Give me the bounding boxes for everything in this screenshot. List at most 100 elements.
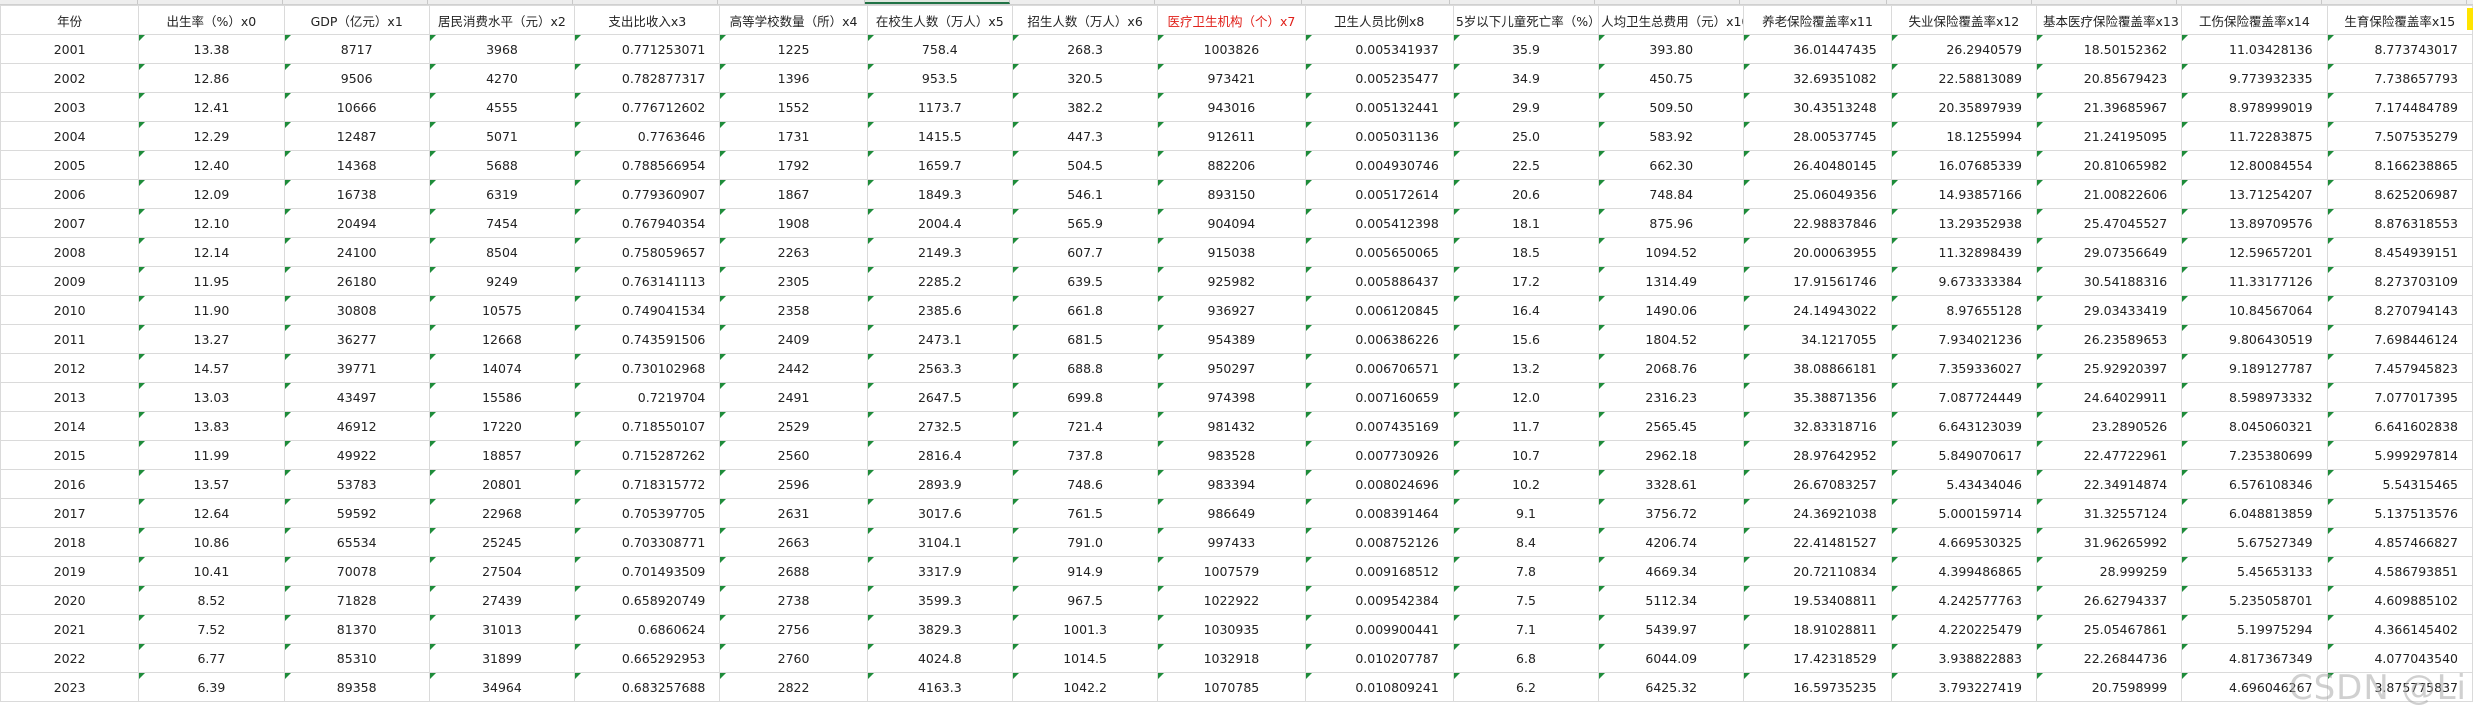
- column-letter-2[interactable]: [283, 0, 428, 4]
- data-cell[interactable]: 30.43513248: [1743, 92, 1892, 122]
- data-cell[interactable]: 12.41: [138, 92, 285, 122]
- data-cell[interactable]: 986649: [1157, 498, 1306, 528]
- data-cell[interactable]: 954389: [1157, 324, 1306, 354]
- data-cell[interactable]: 0.6860624: [574, 614, 721, 644]
- data-cell[interactable]: 3968: [428, 34, 576, 64]
- data-cell[interactable]: 1094.52: [1598, 237, 1745, 267]
- data-cell[interactable]: 3328.61: [1598, 469, 1745, 499]
- data-cell[interactable]: 1007579: [1157, 556, 1306, 586]
- data-cell[interactable]: 3317.9: [866, 556, 1013, 586]
- data-cell[interactable]: 8.598973332: [2181, 382, 2328, 412]
- data-cell[interactable]: 1792: [719, 150, 868, 180]
- data-cell[interactable]: 2442: [719, 353, 868, 383]
- data-cell[interactable]: 6425.32: [1598, 672, 1745, 702]
- data-cell[interactable]: 699.8: [1011, 382, 1159, 412]
- data-cell[interactable]: 20.00063955: [1743, 237, 1892, 267]
- data-cell[interactable]: 17.2: [1452, 266, 1600, 296]
- data-cell[interactable]: 36277: [283, 324, 430, 354]
- data-cell[interactable]: 758.4: [866, 34, 1013, 64]
- data-cell[interactable]: 10666: [283, 92, 430, 122]
- year-cell[interactable]: 2012: [0, 353, 140, 383]
- column-letter-12[interactable]: [1740, 0, 1887, 4]
- data-cell[interactable]: 31.96265992: [2035, 527, 2183, 557]
- data-cell[interactable]: 639.5: [1011, 266, 1159, 296]
- data-cell[interactable]: 28.97642952: [1743, 440, 1892, 470]
- year-cell[interactable]: 2020: [0, 585, 140, 615]
- data-cell[interactable]: 2358: [719, 295, 868, 325]
- data-cell[interactable]: 59592: [283, 498, 430, 528]
- header-cell-0[interactable]: 年份: [0, 5, 140, 35]
- data-cell[interactable]: 7.359336027: [1890, 353, 2037, 383]
- year-cell[interactable]: 2006: [0, 179, 140, 209]
- header-cell-15[interactable]: 工伤保险覆盖率x14: [2181, 5, 2328, 35]
- column-letter-14[interactable]: [2032, 0, 2177, 4]
- data-cell[interactable]: 0.010809241: [1304, 672, 1454, 702]
- data-cell[interactable]: 2263: [719, 237, 868, 267]
- data-cell[interactable]: 22968: [428, 498, 576, 528]
- data-cell[interactable]: 1030935: [1157, 614, 1306, 644]
- data-cell[interactable]: 13.89709576: [2181, 208, 2328, 238]
- header-cell-9[interactable]: 卫生人员比例x8: [1304, 5, 1454, 35]
- data-cell[interactable]: 1225: [719, 34, 868, 64]
- data-cell[interactable]: 5.849070617: [1890, 440, 2037, 470]
- column-letter-9[interactable]: [1302, 0, 1450, 4]
- data-cell[interactable]: 4024.8: [866, 643, 1013, 673]
- data-cell[interactable]: 34.1217055: [1743, 324, 1892, 354]
- data-cell[interactable]: 546.1: [1011, 179, 1159, 209]
- data-cell[interactable]: 8.273703109: [2326, 266, 2473, 296]
- data-cell[interactable]: 0.005341937: [1304, 34, 1454, 64]
- column-letter-10[interactable]: [1450, 0, 1595, 4]
- data-cell[interactable]: 450.75: [1598, 63, 1745, 93]
- data-cell[interactable]: 4.586793851: [2326, 556, 2473, 586]
- data-cell[interactable]: 6.641602838: [2326, 411, 2473, 441]
- data-cell[interactable]: 882206: [1157, 150, 1306, 180]
- data-cell[interactable]: 12668: [428, 324, 576, 354]
- data-cell[interactable]: 19.53408811: [1743, 585, 1892, 615]
- data-cell[interactable]: 737.8: [1011, 440, 1159, 470]
- data-cell[interactable]: 1396: [719, 63, 868, 93]
- data-cell[interactable]: 0.005886437: [1304, 266, 1454, 296]
- data-cell[interactable]: 791.0: [1011, 527, 1159, 557]
- data-cell[interactable]: 8.166238865: [2326, 150, 2473, 180]
- data-cell[interactable]: 9.1: [1452, 498, 1600, 528]
- data-cell[interactable]: 2732.5: [866, 411, 1013, 441]
- data-cell[interactable]: 5.67527349: [2181, 527, 2328, 557]
- data-cell[interactable]: 1552: [719, 92, 868, 122]
- data-cell[interactable]: 26.62794337: [2035, 585, 2183, 615]
- data-cell[interactable]: 4.399486865: [1890, 556, 2037, 586]
- data-cell[interactable]: 36.01447435: [1743, 34, 1892, 64]
- data-cell[interactable]: 0.7763646: [574, 121, 721, 151]
- data-cell[interactable]: 0.749041534: [574, 295, 721, 325]
- data-cell[interactable]: 4555: [428, 92, 576, 122]
- data-cell[interactable]: 504.5: [1011, 150, 1159, 180]
- data-cell[interactable]: 12.86: [138, 63, 285, 93]
- data-cell[interactable]: 0.007435169: [1304, 411, 1454, 441]
- data-cell[interactable]: 13.2: [1452, 353, 1600, 383]
- data-cell[interactable]: 1014.5: [1011, 643, 1159, 673]
- data-cell[interactable]: 21.24195095: [2035, 121, 2183, 151]
- data-cell[interactable]: 0.758059657: [574, 237, 721, 267]
- data-cell[interactable]: 24.64029911: [2035, 382, 2183, 412]
- data-cell[interactable]: 29.07356649: [2035, 237, 2183, 267]
- header-cell-6[interactable]: 在校生人数（万人）x5: [866, 5, 1013, 35]
- column-letter-7[interactable]: [1010, 0, 1155, 4]
- data-cell[interactable]: 34.9: [1452, 63, 1600, 93]
- data-cell[interactable]: 0.718550107: [574, 411, 721, 441]
- data-cell[interactable]: 393.80: [1598, 34, 1745, 64]
- data-cell[interactable]: 1490.06: [1598, 295, 1745, 325]
- data-cell[interactable]: 0.701493509: [574, 556, 721, 586]
- data-cell[interactable]: 2756: [719, 614, 868, 644]
- data-cell[interactable]: 0.658920749: [574, 585, 721, 615]
- column-letter-13[interactable]: [1887, 0, 2032, 4]
- year-cell[interactable]: 2016: [0, 469, 140, 499]
- data-cell[interactable]: 11.03428136: [2181, 34, 2328, 64]
- column-letter-11[interactable]: [1595, 0, 1740, 4]
- data-cell[interactable]: 0.665292953: [574, 643, 721, 673]
- data-cell[interactable]: 2647.5: [866, 382, 1013, 412]
- data-cell[interactable]: 967.5: [1011, 585, 1159, 615]
- data-cell[interactable]: 25245: [428, 527, 576, 557]
- data-cell[interactable]: 6.576108346: [2181, 469, 2328, 499]
- data-cell[interactable]: 46912: [283, 411, 430, 441]
- data-cell[interactable]: 0.683257688: [574, 672, 721, 702]
- data-cell[interactable]: 0.743591506: [574, 324, 721, 354]
